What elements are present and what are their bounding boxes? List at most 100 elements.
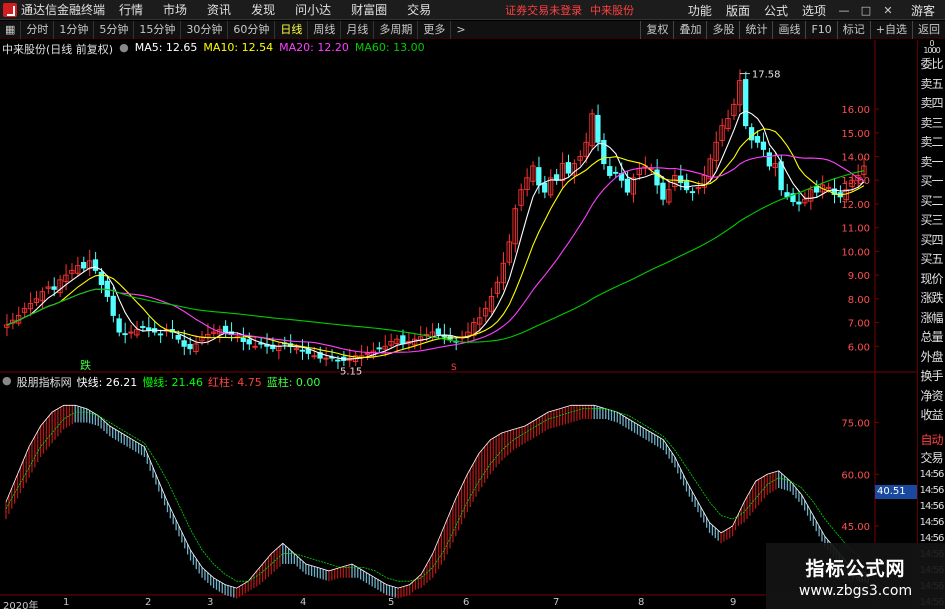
candle [778,161,784,191]
ma10-label: MA10: 12.54 [203,41,274,54]
chart-canvas[interactable]: 6.007.008.009.0010.0011.0012.0013.0014.0… [0,40,917,609]
candle [796,201,802,205]
menu-function[interactable]: 功能 [681,2,719,19]
candle [110,295,116,316]
candle [660,182,666,200]
period-tab-0[interactable]: 分时 [21,20,55,39]
x-label-4: 4 [300,597,307,608]
candle [607,166,613,176]
watermark-url: www.zbgs3.com [798,582,913,599]
sub-y-label-1: 45.00 [841,522,870,533]
candle [595,114,601,143]
candle [435,328,441,335]
minimize-icon[interactable]: — [833,0,855,20]
candle [116,318,122,333]
period-tab-7[interactable]: 周线 [308,20,342,39]
toolbar-button-8[interactable]: 返回 [912,21,945,39]
period-tab-5[interactable]: 60分钟 [228,20,276,39]
app-title: 通达信金融终端 [21,3,106,17]
candle [122,333,128,336]
menu-layout[interactable]: 版面 [719,2,757,19]
menu-market[interactable]: 市场 [163,1,187,18]
period-tab-3[interactable]: 15分钟 [134,20,182,39]
toolbar-button-3[interactable]: 统计 [739,21,772,39]
toolbar-button-0[interactable]: 复权 [640,21,673,39]
toolbar-button-6[interactable]: 标记 [836,21,870,39]
side-item-9: 买五 [920,252,943,266]
chart-toolbar: 复权 叠加 多股 统计 画线 F10 标记 +自选 返回 [640,21,945,39]
indicator-title: 股朋指标网 [16,376,72,389]
y-label-0: 6.00 [848,342,870,353]
grid-icon[interactable]: ▦ [0,20,22,39]
side-item-12: 涨幅 [920,310,943,325]
candle [743,79,749,127]
candle [677,175,684,184]
menu-news[interactable]: 资讯 [207,1,231,18]
top-menu-bar: 通达信金融终端 行情 市场 资讯 发现 问小达 财富圈 交易 证券交易未登录 中来… [0,0,945,20]
candle [299,349,306,352]
ma5-line [6,110,865,360]
toolbar-button-7[interactable]: +自选 [869,21,912,39]
period-tab-2[interactable]: 5分钟 [94,20,135,39]
ma20-line [6,154,865,354]
menu-ask[interactable]: 问小达 [295,1,331,18]
candle [104,280,110,297]
chevron-right-icon[interactable]: > [451,21,470,39]
account-status[interactable]: 证券交易未登录 [505,4,582,17]
sub-y-label-3: 75.00 [841,419,870,430]
x-label-3: 3 [207,597,214,608]
candle [181,340,187,347]
settings-icon[interactable]: ● [119,41,129,57]
high-annotation: 17.58 [752,70,781,81]
menu-options[interactable]: 选项 [795,2,833,19]
candle [175,335,181,340]
login-notice[interactable]: 证券交易未登录 中来股份 [505,2,642,18]
low-annotation: 5.15 [340,366,362,377]
menu-discover[interactable]: 发现 [251,1,275,18]
candle [689,191,696,194]
close-icon[interactable]: ✕ [877,0,899,20]
period-tab-4[interactable]: 30分钟 [181,20,229,39]
candle [335,359,341,362]
side-sub-4: 14:56 [919,500,945,512]
ma60-line [6,170,865,343]
sub-y-label-2: 60.00 [841,470,870,481]
x-label-8: 8 [638,597,645,608]
period-tab-8[interactable]: 月线 [341,20,375,39]
settings-icon-2[interactable]: ● [2,374,12,388]
x-label-1: 1 [63,597,70,608]
x-label-0: 2020年 [3,601,39,609]
fast-line-label: 快线: 26.21 [76,376,138,389]
side-item-8: 买四 [920,232,943,247]
maximize-icon[interactable]: □ [855,0,877,20]
period-tab-1[interactable]: 1分钟 [54,20,95,39]
menu-wealth[interactable]: 财富圈 [351,1,387,18]
slow-line-label: 慢线: 21.46 [142,376,204,389]
side-top-value-1: 1000 [923,46,940,55]
cursor-price-box: 40.51 [875,485,917,499]
toolbar-button-4[interactable]: 画线 [772,21,805,39]
x-label-5: 5 [388,597,395,608]
menu-trade[interactable]: 交易 [407,1,431,18]
side-item-2: 卖三 [920,115,943,130]
side-top-values: 0 1000 [918,40,945,55]
toolbar-button-2[interactable]: 多股 [706,21,739,39]
period-tab-9[interactable]: 多周期 [374,20,419,39]
side-sub-0[interactable]: 自动 [918,431,945,449]
candle [157,333,164,336]
s-signal: S [451,363,457,373]
toolbar-button-5[interactable]: F10 [805,21,836,39]
candle [400,335,406,345]
x-label-6: 6 [463,597,470,608]
period-tab-6[interactable]: 日线 [275,20,309,39]
menu-quotes[interactable]: 行情 [119,1,143,18]
candle [565,162,572,174]
sub-legend: ● 股朋指标网 快线: 26.21 慢线: 21.46 红柱: 4.75 蓝柱:… [2,374,320,389]
candle [542,182,548,193]
menu-formula[interactable]: 公式 [757,2,795,19]
toolbar-button-1[interactable]: 叠加 [673,21,706,39]
guest-label[interactable]: 游客 [911,2,935,19]
side-item-15: 换手 [920,369,943,383]
period-tab-10[interactable]: 更多 [418,20,452,39]
y-label-9: 15.00 [841,129,870,140]
